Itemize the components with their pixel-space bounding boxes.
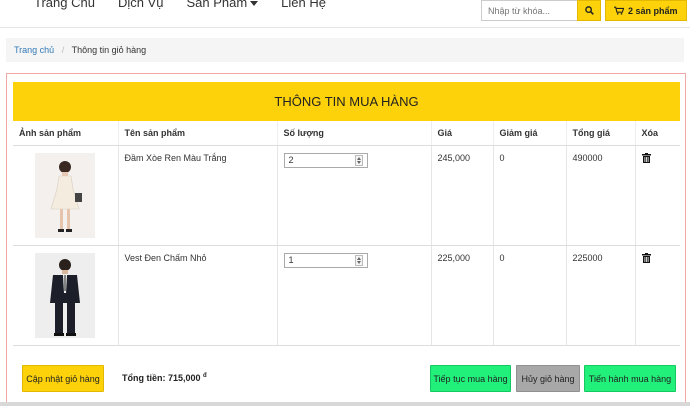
cart-title: THÔNG TIN MUA HÀNG	[13, 82, 680, 121]
cancel-cart-button[interactable]: Hủy giỏ hàng	[516, 365, 580, 392]
chevron-down-icon	[250, 1, 259, 7]
table-row: Đầm Xòe Ren Màu Trắng 2 245,000 0 490000	[13, 145, 680, 246]
stepper-arrows-icon[interactable]	[354, 254, 363, 266]
main-menu: Trang Chủ Dịch Vụ Sản Phẩm Liên Hệ	[34, 0, 349, 10]
cart-icon	[614, 6, 624, 15]
breadcrumb-current: Thông tin giỏ hàng	[71, 45, 147, 55]
trash-icon[interactable]	[641, 252, 651, 263]
quantity-stepper[interactable]: 2	[283, 152, 368, 168]
search-input[interactable]	[481, 0, 577, 21]
quantity-value: 2	[288, 155, 294, 165]
product-price: 225,000	[431, 245, 494, 346]
product-discount: 0	[493, 145, 567, 246]
product-image-cell	[13, 245, 119, 346]
breadcrumb-separator: /	[61, 45, 65, 55]
product-name: Vest Đen Chấm Nhỏ	[118, 245, 278, 346]
product-total: 490000	[566, 145, 636, 246]
cart-button[interactable]: 2 sản phẩm	[605, 0, 687, 21]
top-navbar: Trang Chủ Dịch Vụ Sản Phẩm Liên Hệ 2 sản…	[0, 0, 690, 28]
update-cart-button[interactable]: Cập nhật giỏ hàng	[22, 365, 104, 392]
breadcrumb: Trang chủ / Thông tin giỏ hàng	[6, 38, 684, 62]
cart-total: Tổng tiền: 715,000 đ	[122, 373, 207, 383]
search-bar	[481, 0, 601, 21]
col-price-header: Giá	[431, 121, 494, 146]
delete-cell	[635, 145, 680, 246]
col-delete-header: Xóa	[635, 121, 680, 146]
col-image-header: Ảnh sản phẩm	[13, 121, 119, 146]
product-name: Đầm Xòe Ren Màu Trắng	[118, 145, 278, 246]
delete-cell	[635, 245, 680, 346]
breadcrumb-home-link[interactable]: Trang chủ	[14, 45, 54, 55]
qty-cell: 1	[277, 245, 432, 346]
product-discount: 0	[493, 245, 567, 346]
table-row: Vest Đen Chấm Nhỏ 1 225,000 0 225000	[13, 245, 680, 346]
nav-products-dropdown[interactable]: Sản Phẩm	[186, 0, 259, 10]
cart-total-label: Tổng tiền: 715,000	[122, 373, 201, 383]
table-header-row: Ảnh sản phẩm Tên sản phẩm Số lượng Giá G…	[13, 121, 680, 146]
col-qty-header: Số lượng	[277, 121, 432, 146]
qty-cell: 2	[277, 145, 432, 246]
col-discount-header: Giảm giá	[493, 121, 567, 146]
checkout-button[interactable]: Tiến hành mua hàng	[584, 365, 676, 392]
product-total: 225000	[566, 245, 636, 346]
search-icon	[584, 6, 594, 15]
nav-products-label: Sản Phẩm	[186, 0, 248, 10]
quantity-stepper[interactable]: 1	[283, 252, 368, 268]
col-name-header: Tên sản phẩm	[118, 121, 278, 146]
cart-panel: THÔNG TIN MUA HÀNG Ảnh sản phẩm Tên sản …	[6, 73, 686, 404]
nav-home-link[interactable]: Trang Chủ	[34, 0, 95, 10]
quantity-value: 1	[288, 255, 294, 265]
window-bottom-edge	[0, 402, 690, 406]
product-price: 245,000	[431, 145, 494, 246]
stepper-arrows-icon[interactable]	[354, 154, 363, 166]
cart-footer: Cập nhật giỏ hàng Tổng tiền: 715,000 đ T…	[13, 363, 680, 393]
product-image-suit[interactable]	[35, 252, 96, 338]
cart-count-label: 2 sản phẩm	[628, 5, 678, 16]
continue-shopping-button[interactable]: Tiếp tục mua hàng	[430, 365, 511, 392]
search-button[interactable]	[577, 0, 601, 21]
cart-table: Ảnh sản phẩm Tên sản phẩm Số lượng Giá G…	[13, 121, 680, 346]
currency-symbol: đ	[203, 373, 207, 379]
product-image-dress[interactable]	[35, 152, 96, 238]
nav-services-link[interactable]: Dịch Vụ	[118, 0, 164, 10]
product-image-cell	[13, 145, 119, 246]
nav-contact-link[interactable]: Liên Hệ	[281, 0, 326, 10]
col-total-header: Tổng giá	[566, 121, 636, 146]
trash-icon[interactable]	[641, 152, 651, 163]
